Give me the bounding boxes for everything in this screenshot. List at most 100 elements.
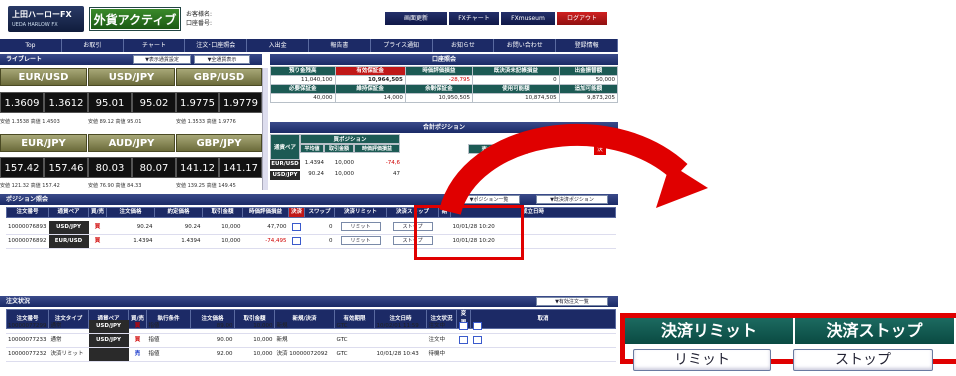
main-nav: Top お取引 チャート 注文･口座照会 入出金 報告書 プライス通知 お知らせ… xyxy=(0,39,618,52)
show-all-button[interactable]: ▼全通貨表示 xyxy=(194,55,250,64)
pair-title-eurjpy: EUR/JPY xyxy=(0,134,87,152)
order-number: 10000077299 xyxy=(6,320,49,334)
account-table: 預り金残高 有効保証金 時価評価損益 既決済未記帳損益 出金振替額 11,040,100… xyxy=(270,66,619,103)
nav-trade[interactable]: お取引 xyxy=(62,39,124,52)
pair-title-gbpusd: GBP/USD xyxy=(176,68,262,86)
new-close: 新規 xyxy=(274,320,335,334)
zoom-stop-header: 決済ストップ xyxy=(795,318,956,344)
bid-usdjpy[interactable]: 95.01 xyxy=(88,92,132,113)
condition: 指値 xyxy=(146,320,191,334)
zoom-stop-button[interactable]: ストップ xyxy=(793,349,933,371)
col-header: 決済リミット xyxy=(334,207,387,218)
fx-chart-button[interactable]: FXチャート xyxy=(449,12,499,25)
pair-title-gbpjpy: GBP/JPY xyxy=(176,134,262,152)
new-close: 決済 10000072092 xyxy=(274,347,335,362)
nav-reports[interactable]: 報告書 xyxy=(309,39,371,52)
orders-title: 注文状況 xyxy=(6,298,31,305)
pl-value: 47,700 xyxy=(242,221,289,235)
limit-button[interactable]: リミット xyxy=(340,236,381,245)
bid-eurusd[interactable]: 1.3609 xyxy=(0,92,44,113)
side-cell: 買 xyxy=(128,320,147,334)
hilo-gbpusd: 安値 1.3533 高値 1.9776 xyxy=(176,118,262,126)
order-price: 1.4394 xyxy=(106,234,155,249)
account-col: 既決済未記帳損益 xyxy=(472,66,560,76)
nav-price-alert[interactable]: プライス通知 xyxy=(371,39,433,52)
logout-button[interactable]: ログアウト xyxy=(557,12,607,25)
table-row[interactable]: 10000077299 通常 USD/JPY 買 指値 89.00 10,000… xyxy=(6,320,616,334)
display-currency-button[interactable]: ▼表示通貨設定 xyxy=(133,55,191,64)
total-sub-col: 平均値 xyxy=(300,144,324,153)
table-row[interactable]: 10000077233 通常 USD/JPY 買 指値 90.00 10,000… xyxy=(6,333,616,348)
close-checkbox[interactable] xyxy=(292,236,301,245)
zoom-limit-header: 決済リミット xyxy=(625,318,795,344)
service-badge: 外貨アクティブ xyxy=(90,8,180,30)
total-avg: 1.4394 xyxy=(304,160,324,166)
total-sub-col: 取引金額 xyxy=(324,144,354,153)
refresh-button[interactable]: 画面更新 xyxy=(385,12,447,25)
swap-value: 0 xyxy=(304,221,335,235)
table-row[interactable]: 10000076893 USD/JPY 買 90.24 90.24 10,000… xyxy=(6,221,616,235)
cancel-checkbox[interactable] xyxy=(472,335,482,344)
limit-button[interactable]: リミット xyxy=(340,222,381,231)
order-price: 90.00 xyxy=(190,333,235,348)
bid-gbpusd[interactable]: 1.9775 xyxy=(176,92,219,113)
order-price: 90.24 xyxy=(106,221,155,235)
orders-table: 10000077299 通常 USD/JPY 買 指値 89.00 10,000… xyxy=(6,320,616,362)
account-title: 口座照会 xyxy=(431,56,456,63)
bid-audjpy[interactable]: 80.03 xyxy=(88,157,132,178)
liverate-title: ライブレート xyxy=(6,56,43,63)
nav-contact[interactable]: お問い合わせ xyxy=(494,39,557,52)
ask-eurusd[interactable]: 1.3612 xyxy=(44,92,88,113)
col-header: 約定価格 xyxy=(154,207,203,218)
account-col: 追加可能額 xyxy=(558,84,619,94)
cancel-checkbox[interactable] xyxy=(472,321,482,330)
ask-eurjpy[interactable]: 157.46 xyxy=(44,157,88,178)
nav-chart[interactable]: チャート xyxy=(124,39,186,52)
col-header: 時価評価損益 xyxy=(242,207,289,218)
zoom-limit-button[interactable]: リミット xyxy=(633,349,771,371)
change-checkbox[interactable] xyxy=(458,335,468,344)
table-row[interactable]: 10000077232 決済リミット 売 指値 92.00 10,000 決済 … xyxy=(6,347,616,362)
side-cell: 買 xyxy=(88,221,107,235)
amount: 10,000 xyxy=(234,333,275,348)
close-checkbox[interactable] xyxy=(292,222,301,231)
nav-deposit[interactable]: 入出金 xyxy=(247,39,309,52)
bid-gbpjpy[interactable]: 141.12 xyxy=(176,157,219,178)
total-amount: 10,000 xyxy=(334,160,354,166)
pair-cell: USD/JPY xyxy=(88,333,129,348)
account-header: 口座照会 xyxy=(270,54,618,65)
table-row[interactable]: 10000076892 EUR/USD 買 1.4394 1.4394 10,0… xyxy=(6,234,616,249)
order-type: 通常 xyxy=(48,333,89,348)
nav-top[interactable]: Top xyxy=(0,39,62,52)
zoom-callout: 決済リミット 決済ストップ リミット ストップ xyxy=(620,313,956,371)
total-amount: 10,000 xyxy=(334,171,354,177)
account-value: -28,795 xyxy=(404,75,474,85)
nav-orders[interactable]: 注文･口座照会 xyxy=(185,39,248,52)
fx-museum-button[interactable]: FXmuseum xyxy=(501,12,555,25)
order-date xyxy=(374,333,427,348)
amount: 10,000 xyxy=(202,221,243,235)
nav-profile[interactable]: 登録情報 xyxy=(556,39,618,52)
ask-gbpjpy[interactable]: 141.17 xyxy=(219,157,262,178)
order-number: 10000077232 xyxy=(6,347,49,362)
ask-audjpy[interactable]: 80.07 xyxy=(132,157,176,178)
pair-title-audjpy: AUD/JPY xyxy=(88,134,175,152)
account-col: 維持保証金 xyxy=(334,84,406,94)
amount: 10,000 xyxy=(234,320,275,334)
positions-title: ポジション照会 xyxy=(6,196,49,203)
ask-usdjpy[interactable]: 95.02 xyxy=(132,92,176,113)
total-avg: 90.24 xyxy=(308,171,324,177)
change-checkbox[interactable] xyxy=(458,321,468,330)
swap-value: 0 xyxy=(304,234,335,249)
company-logo[interactable]: 上田ハーローFX UEDA HARLOW FX xyxy=(8,6,84,32)
pair-cell xyxy=(88,347,129,362)
valid-orders-button[interactable]: ▼有効注文一覧 xyxy=(536,297,608,306)
account-value: 11,040,100 xyxy=(270,75,336,85)
nav-news[interactable]: お知らせ xyxy=(433,39,495,52)
positions-table: 10000076893 USD/JPY 買 90.24 90.24 10,000… xyxy=(6,221,616,249)
order-status: 注文中 xyxy=(426,333,457,348)
ask-gbpusd[interactable]: 1.9779 xyxy=(219,92,262,113)
bid-eurjpy[interactable]: 157.42 xyxy=(0,157,44,178)
liverate-scrollbar[interactable] xyxy=(262,68,268,190)
hilo-gbpjpy: 安値 139.25 高値 149.45 xyxy=(176,182,262,190)
